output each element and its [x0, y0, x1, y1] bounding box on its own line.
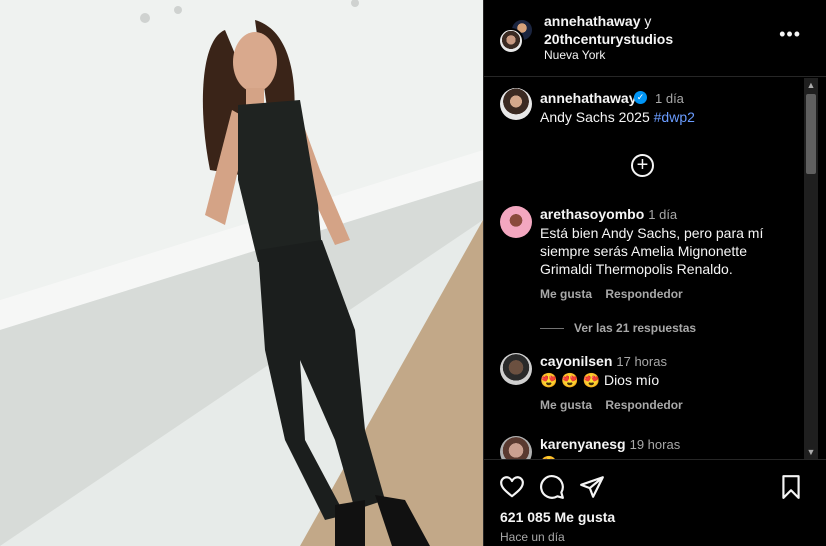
- likes-count[interactable]: 621 085 Me gusta: [500, 509, 615, 525]
- scroll-down-arrow-icon[interactable]: ▼: [804, 445, 818, 459]
- add-comment-icon[interactable]: +: [631, 154, 654, 177]
- scrollbar[interactable]: ▲ ▼: [804, 78, 818, 459]
- bookmark-icon[interactable]: [778, 474, 804, 500]
- post-photo: [0, 0, 483, 546]
- author-link-annehathaway[interactable]: annehathaway: [544, 13, 640, 29]
- caption-username[interactable]: annehathaway: [540, 90, 636, 106]
- reply-comment-button[interactable]: Respondedor: [605, 287, 682, 301]
- post-header: annehathaway y 20thcenturystudios Nueva …: [484, 0, 826, 77]
- comment-text: Está bien Andy Sachs, pero para mí siemp…: [540, 225, 764, 277]
- comment-time: 19 horas: [629, 437, 681, 452]
- verified-badge-icon: ✓: [634, 91, 647, 104]
- like-comment-button[interactable]: Me gusta: [540, 398, 592, 412]
- more-options-button[interactable]: •••: [779, 24, 801, 45]
- view-replies-label[interactable]: Ver las 21 respuestas: [574, 321, 696, 335]
- comment-username[interactable]: cayonilsen 17 horas: [540, 353, 667, 369]
- comment-username[interactable]: arethasoyombo 1 día: [540, 206, 677, 222]
- comment-username-text[interactable]: cayonilsen: [540, 353, 612, 369]
- post-time: Hace un día: [500, 530, 565, 544]
- comment-time: 17 horas: [616, 354, 667, 369]
- post-authors: annehathaway y 20thcenturystudios: [544, 12, 673, 48]
- like-comment-button[interactable]: Me gusta: [540, 287, 592, 301]
- photo-illustration: [0, 0, 483, 546]
- comment-icon[interactable]: [539, 474, 565, 500]
- heart-icon[interactable]: [499, 474, 525, 500]
- caption-text: Andy Sachs 2025 #dwp2: [540, 109, 695, 125]
- avatar-annehathaway[interactable]: [498, 28, 524, 54]
- comment-actions: Me gusta Respondedor: [540, 287, 693, 301]
- location-link[interactable]: Nueva York: [544, 48, 605, 62]
- collab-avatars[interactable]: [498, 18, 540, 58]
- view-replies-button[interactable]: Ver las 21 respuestas: [540, 321, 696, 335]
- caption-avatar[interactable]: [500, 88, 532, 120]
- comment-username-text[interactable]: karenyanesg: [540, 436, 626, 452]
- comment-avatar[interactable]: [500, 436, 532, 459]
- reply-comment-button[interactable]: Respondedor: [605, 398, 682, 412]
- comment-avatar[interactable]: [500, 206, 532, 238]
- hashtag-link[interactable]: #dwp2: [654, 109, 695, 125]
- comment-username[interactable]: karenyanesg 19 horas: [540, 436, 680, 452]
- caption-time: 1 día: [655, 91, 684, 106]
- authors-joiner: y: [644, 13, 652, 29]
- share-icon[interactable]: [579, 474, 605, 500]
- comments-scroll-area[interactable]: annehathaway ✓ 1 día Andy Sachs 2025 #dw…: [484, 78, 826, 459]
- comment-avatar[interactable]: [500, 353, 532, 385]
- comment-text: 😍 😍 😍 Dios mío: [540, 372, 660, 388]
- scrollbar-thumb[interactable]: [806, 94, 816, 174]
- post-details-panel: annehathaway y 20thcenturystudios Nueva …: [483, 0, 826, 546]
- comment-actions: Me gusta Respondedor: [540, 398, 693, 412]
- comment-username-text[interactable]: arethasoyombo: [540, 206, 644, 222]
- scroll-up-arrow-icon[interactable]: ▲: [804, 78, 818, 92]
- author-link-20thcenturystudios[interactable]: 20thcenturystudios: [544, 31, 673, 47]
- post-footer: 621 085 Me gusta Hace un día: [484, 459, 826, 546]
- caption-body: Andy Sachs 2025: [540, 109, 650, 125]
- replies-divider: [540, 328, 564, 330]
- comment-time: 1 día: [648, 207, 678, 222]
